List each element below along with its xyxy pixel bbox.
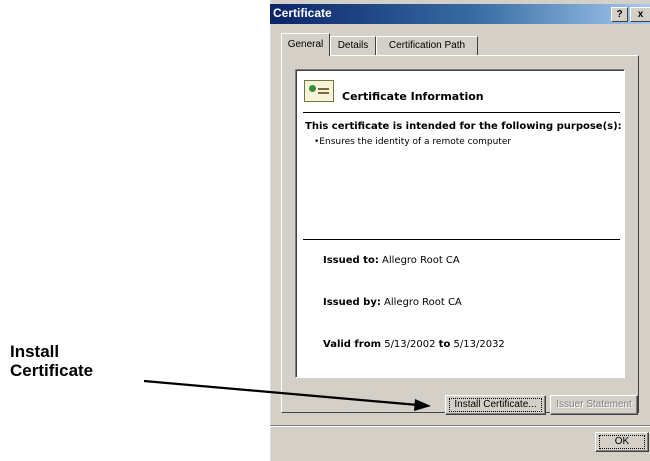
window-title: Certificate	[273, 6, 332, 20]
dialog-separator	[270, 425, 650, 427]
issuer-statement-button[interactable]: Issuer Statement	[550, 395, 638, 415]
focus-rect	[599, 435, 645, 449]
divider	[303, 239, 620, 240]
close-button[interactable]: x	[630, 7, 650, 22]
valid-from-label: Valid from	[323, 339, 382, 350]
purpose-item: •Ensures the identity of a remote comput…	[314, 137, 512, 147]
tab-details[interactable]: Details	[330, 36, 376, 57]
valid-to-label: to	[438, 339, 451, 350]
issued-to-row: Issued to: Allegro Root CA	[323, 255, 460, 266]
issued-by-row: Issued by: Allegro Root CA	[323, 297, 462, 308]
certificate-dialog: Certificate ? x General Details Certific…	[269, 0, 650, 461]
valid-to-value: 5/13/2032	[453, 339, 505, 350]
general-tab-panel: Certificate Information This certificate…	[281, 55, 639, 415]
ok-button[interactable]: OK	[595, 432, 649, 452]
install-certificate-annotation: Install Certificate	[10, 342, 93, 380]
install-certificate-button[interactable]: Install Certificate...	[445, 395, 546, 415]
certificate-information-box: Certificate Information This certificate…	[295, 69, 625, 378]
validity-row: Valid from 5/13/2002 to 5/13/2032	[323, 339, 505, 350]
purpose-heading: This certificate is intended for the fol…	[305, 121, 622, 132]
help-button[interactable]: ?	[611, 7, 628, 22]
divider	[303, 112, 620, 113]
focus-rect	[449, 398, 542, 412]
tab-certification-path[interactable]: Certification Path	[376, 36, 478, 57]
issued-by-value: Allegro Root CA	[384, 297, 462, 308]
certificate-icon	[304, 80, 334, 102]
issued-to-value: Allegro Root CA	[382, 255, 460, 266]
issued-to-label: Issued to:	[323, 255, 379, 266]
title-bar[interactable]: Certificate ? x	[270, 4, 650, 24]
valid-from-value: 5/13/2002	[384, 339, 436, 350]
annotation-line-2: Certificate	[10, 361, 94, 380]
certificate-information-heading: Certificate Information	[342, 90, 484, 103]
annotation-line-1: Install	[10, 342, 60, 361]
issued-by-label: Issued by:	[323, 297, 381, 308]
tab-general[interactable]: General	[281, 33, 330, 56]
